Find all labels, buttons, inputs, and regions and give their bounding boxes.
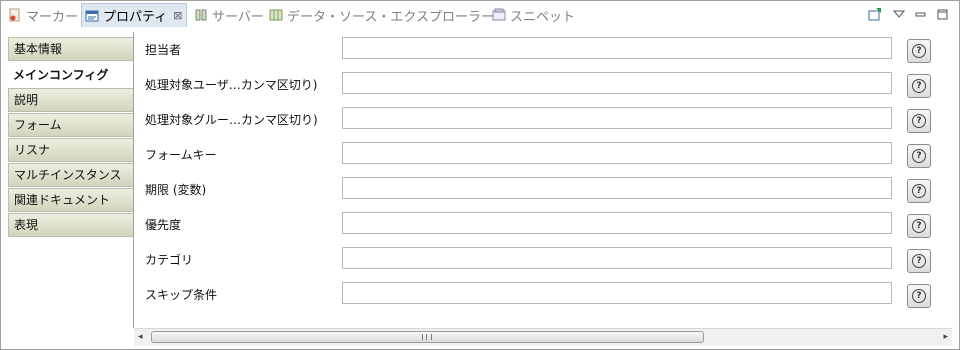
help-button[interactable]: ? [907, 39, 931, 63]
priority-row: 優先度 ? [134, 212, 954, 238]
sidebar-item-basic-info[interactable]: 基本情報 [8, 37, 133, 61]
properties-icon [84, 8, 100, 24]
tab-properties-label: プロパティ [103, 10, 168, 25]
tab-data-source-explorer[interactable]: データ・ソース・エクスプローラー [268, 4, 494, 26]
server-icon [193, 7, 209, 23]
help-icon: ? [912, 184, 926, 198]
help-button[interactable]: ? [907, 179, 931, 203]
sidebar-item-listener[interactable]: リスナ [8, 138, 133, 162]
view-tab-bar: マーカー プロパティ ⊠ サーバー データ・ソース・エクスプローラー スニペット [1, 1, 959, 31]
priority-input[interactable] [342, 212, 892, 234]
sidebar-item-related-documents[interactable]: 関連ドキュメント [8, 188, 133, 212]
properties-section-tabs: 基本情報 メインコンフィグ 説明 フォーム リスナ マルチインスタンス 関連ドキ… [8, 37, 133, 347]
help-icon: ? [912, 149, 926, 163]
help-icon: ? [912, 44, 926, 58]
assignee-input[interactable] [342, 37, 892, 59]
candidate-users-row: 処理対象ユーザ…カンマ区切り) ? [134, 72, 954, 98]
tab-data-source-explorer-label: データ・ソース・エクスプローラー [287, 9, 494, 25]
help-icon: ? [912, 79, 926, 93]
priority-label: 優先度 [145, 218, 182, 232]
tab-servers-label: サーバー [212, 9, 264, 25]
properties-view: マーカー プロパティ ⊠ サーバー データ・ソース・エクスプローラー スニペット… [0, 0, 960, 350]
sidebar-item-expression[interactable]: 表現 [8, 213, 133, 237]
help-icon: ? [912, 114, 926, 128]
skip-expression-input[interactable] [342, 282, 892, 304]
candidate-users-input[interactable] [342, 72, 892, 94]
snippet-icon [491, 7, 507, 23]
help-icon: ? [912, 254, 926, 268]
assignee-row: 担当者 ? [134, 37, 954, 63]
minimize-icon[interactable] [915, 8, 927, 20]
sidebar-item-multi-instance[interactable]: マルチインスタンス [8, 163, 133, 187]
candidate-users-label: 処理対象ユーザ…カンマ区切り) [145, 78, 318, 92]
skip-expression-label: スキップ条件 [145, 288, 218, 302]
tab-properties[interactable]: プロパティ ⊠ [81, 3, 188, 27]
scroll-right-icon[interactable]: ▸ [943, 332, 948, 342]
sidebar-item-main-config[interactable]: メインコンフィグ [8, 62, 133, 88]
scroll-left-icon[interactable]: ◂ [138, 332, 143, 342]
category-label: カテゴリ [145, 253, 194, 267]
grip-icon [422, 334, 432, 340]
due-date-label: 期限 (変数) [145, 183, 207, 197]
tab-servers[interactable]: サーバー [193, 4, 264, 26]
maximize-icon[interactable] [937, 8, 949, 20]
assignee-label: 担当者 [145, 43, 182, 57]
due-date-row: 期限 (変数) ? [134, 177, 954, 203]
tab-snippets[interactable]: スニペット [491, 4, 575, 26]
scrollbar-thumb[interactable] [151, 331, 704, 343]
candidate-groups-label: 処理対象グルー…カンマ区切り) [145, 113, 318, 127]
view-menu-icon[interactable] [892, 8, 906, 20]
due-date-input[interactable] [342, 177, 892, 199]
main-config-panel: 担当者 ? 処理対象ユーザ…カンマ区切り) ? 処理対象グルー…カンマ区切り) … [133, 32, 954, 328]
view-toolbar [867, 6, 949, 22]
help-button[interactable]: ? [907, 74, 931, 98]
category-input[interactable] [342, 247, 892, 269]
close-icon[interactable]: ⊠ [173, 9, 182, 22]
tab-markers-label: マーカー [26, 9, 79, 25]
candidate-groups-input[interactable] [342, 107, 892, 129]
form-key-input[interactable] [342, 142, 892, 164]
help-button[interactable]: ? [907, 109, 931, 133]
data-source-icon [268, 7, 284, 23]
category-row: カテゴリ ? [134, 247, 954, 273]
tab-snippets-label: スニペット [510, 9, 576, 25]
marker-icon [7, 7, 23, 23]
candidate-groups-row: 処理対象グルー…カンマ区切り) ? [134, 107, 954, 133]
help-button[interactable]: ? [907, 284, 931, 308]
tab-markers[interactable]: マーカー [7, 4, 78, 26]
help-icon: ? [912, 219, 926, 233]
horizontal-scrollbar[interactable]: ◂ ▸ [134, 328, 952, 346]
help-button[interactable]: ? [907, 249, 931, 273]
help-button[interactable]: ? [907, 144, 931, 168]
help-icon: ? [912, 289, 926, 303]
pin-icon[interactable] [867, 6, 883, 22]
help-button[interactable]: ? [907, 214, 931, 238]
sidebar-item-description[interactable]: 説明 [8, 88, 133, 112]
form-key-label: フォームキー [145, 148, 217, 162]
form-key-row: フォームキー ? [134, 142, 954, 168]
skip-expression-row: スキップ条件 ? [134, 282, 954, 308]
sidebar-item-form[interactable]: フォーム [8, 113, 133, 137]
